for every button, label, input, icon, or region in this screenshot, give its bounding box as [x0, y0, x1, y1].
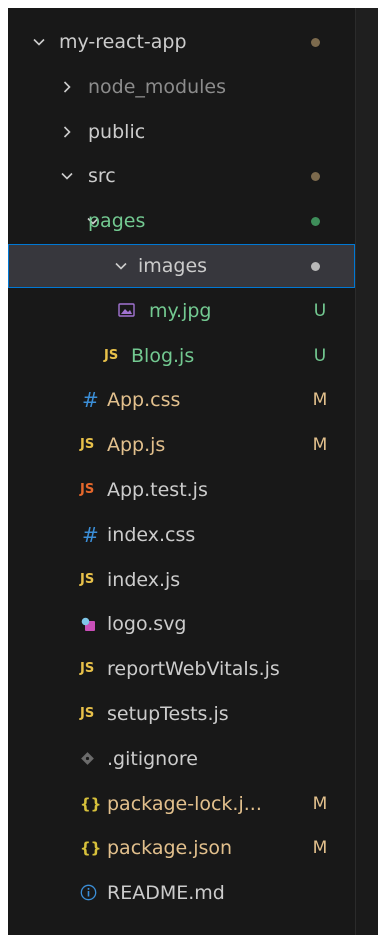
tree-item-label: logo.svg [107, 613, 187, 636]
tree-file-my-jpg[interactable]: my.jpg U [8, 289, 355, 333]
tree-folder-pages[interactable]: pages [8, 199, 355, 243]
tree-item-label: setupTests.js [107, 703, 229, 725]
git-status-dot [311, 262, 320, 271]
tree-item-label: index.css [107, 523, 196, 546]
git-status-badge: M [312, 435, 328, 456]
tree-file-package-lock-j[interactable]: {} package-lock.j... M [8, 782, 355, 826]
tree-file-reportwebvitals-js[interactable]: JS reportWebVitals.js [8, 647, 355, 691]
tree-item-label: package.json [107, 837, 233, 860]
tree-item-label: public [88, 120, 146, 143]
git-status-badge: M [312, 838, 328, 859]
tree-item-label: images [138, 255, 208, 277]
git-status-badge: U [313, 300, 327, 321]
tree-item-label: App.test.js [107, 479, 208, 501]
tree-item-label: Blog.js [131, 344, 195, 367]
chevron-right-icon[interactable] [58, 110, 76, 154]
file-explorer-tree: my-react-app node_modulespublic src pages im… [8, 8, 356, 935]
tree-item-label: my-react-app [59, 31, 187, 53]
tree-file-index-js[interactable]: JS index.js [8, 558, 355, 602]
chevron-down-icon[interactable] [58, 154, 76, 198]
git-status-badge: M [312, 390, 328, 411]
screenshot-frame: my-react-app node_modulespublic src pages im… [0, 0, 391, 935]
git-status-dot [311, 217, 320, 227]
git-status-dot [311, 172, 320, 182]
tree-folder-src[interactable]: src [8, 154, 355, 198]
tree-item-label: App.css [107, 389, 181, 412]
chevron-down-icon[interactable] [30, 20, 48, 64]
tree-item-label: .gitignore [107, 747, 198, 770]
tree-file-logo-svg[interactable]: logo.svg [8, 602, 355, 646]
git-status-dot [311, 38, 320, 47]
tree-file-index-css[interactable]: # index.css [8, 513, 355, 557]
chevron-down-icon[interactable] [112, 244, 130, 288]
tree-file-app-css[interactable]: # App.css M [8, 378, 355, 422]
tree-file-app-js[interactable]: JS App.js M [8, 423, 355, 467]
git-status-badge: M [312, 793, 328, 814]
tree-item-label: package-lock.j... [107, 792, 262, 815]
tree-file-gitignore[interactable]: .gitignore [8, 737, 355, 781]
tree-folder-node-modules[interactable]: node_modules [8, 65, 355, 109]
tree-item-label: reportWebVitals.js [107, 658, 280, 681]
tree-item-label: node_modules [88, 75, 227, 98]
tree-item-label: index.js [107, 568, 181, 591]
chevron-right-icon[interactable] [58, 65, 76, 109]
tree-folder-public[interactable]: public [8, 110, 355, 154]
tree-folder-my-react-app[interactable]: my-react-app [8, 20, 355, 64]
tree-file-blog-js[interactable]: JS Blog.js U [8, 334, 355, 378]
git-status-badge: U [313, 345, 327, 366]
tree-file-app-test-js[interactable]: JS App.test.js [8, 468, 355, 512]
tree-file-setuptests-js[interactable]: JS setupTests.js [8, 692, 355, 736]
tree-item-label: my.jpg [149, 299, 212, 322]
editor-area-lower [356, 580, 378, 935]
tree-item-label: README.md [107, 882, 225, 905]
tree-folder-images[interactable]: images [8, 244, 355, 288]
tree-file-readme-md[interactable]: README.md [8, 871, 355, 915]
tree-file-package-json[interactable]: {} package.json M [8, 826, 355, 870]
tree-item-label: pages [88, 210, 146, 233]
tree-item-label: src [88, 165, 116, 188]
tree-item-label: App.js [107, 434, 166, 457]
